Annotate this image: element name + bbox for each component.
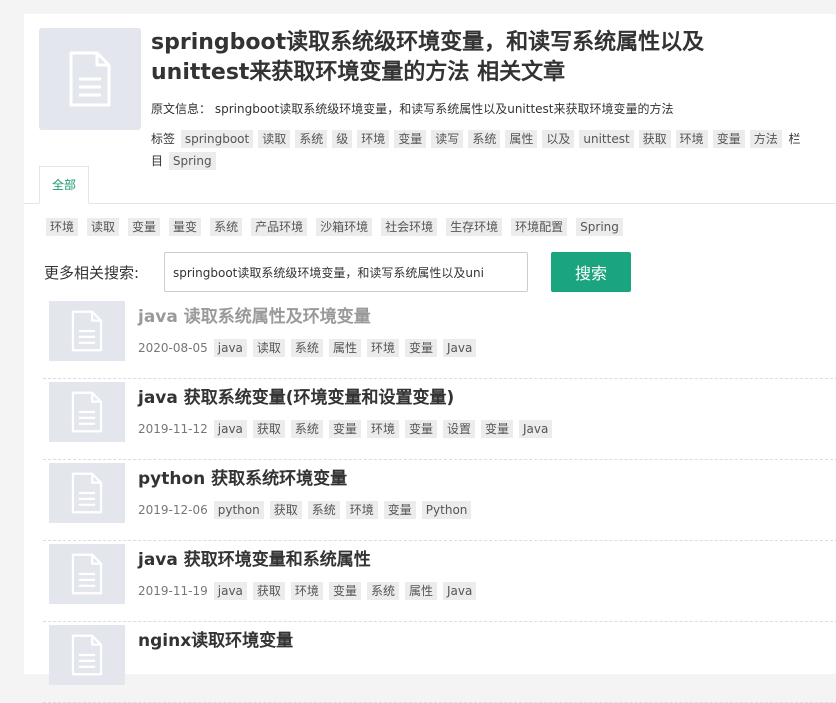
result-tag[interactable]: 系统 <box>290 420 323 438</box>
result-item: nginx读取环境变量 <box>43 622 836 703</box>
article-tag[interactable]: 系统 <box>468 130 501 148</box>
result-tag[interactable]: Python <box>421 501 472 519</box>
result-item: python 获取系统环境变量 2019-12-06 python 获取 系统 环境 变量 P… <box>43 460 836 541</box>
search-input[interactable] <box>164 252 528 292</box>
article-tag[interactable]: 环境 <box>675 130 708 148</box>
article-tag[interactable]: 读写 <box>431 130 464 148</box>
result-item: java 获取环境变量和系统属性 2019-11-19 java 获取 环境 变量 系统 属性… <box>43 541 836 622</box>
content-card: springboot读取系统级环境变量，和读写系统属性以及unittest来获取… <box>24 14 836 703</box>
article-tag[interactable]: 系统 <box>295 130 328 148</box>
article-tag[interactable]: 级 <box>332 130 353 148</box>
cloud-tag[interactable]: 变量 <box>128 218 161 236</box>
result-tag[interactable]: Java <box>519 420 553 438</box>
cloud-tag[interactable]: 量变 <box>169 218 202 236</box>
result-tag[interactable]: 变量 <box>383 501 416 519</box>
article-tag[interactable]: unittest <box>579 130 634 148</box>
article-tag[interactable]: 环境 <box>357 130 390 148</box>
article-tag[interactable]: 变量 <box>712 130 745 148</box>
search-label: 更多相关搜索: <box>44 264 140 282</box>
article-tag[interactable]: 方法 <box>749 130 782 148</box>
cloud-tag[interactable]: 环境 <box>46 218 79 236</box>
source-label: 原文信息： <box>151 102 212 116</box>
article-tag[interactable]: 变量 <box>394 130 427 148</box>
result-tag[interactable]: 环境 <box>366 420 399 438</box>
result-date: 2019-11-19 <box>138 584 208 598</box>
article-tag[interactable]: 读取 <box>258 130 291 148</box>
result-tag[interactable]: 获取 <box>269 501 302 519</box>
cloud-tag[interactable]: 产品环境 <box>251 218 308 236</box>
cloud-tag[interactable]: 社会环境 <box>381 218 438 236</box>
result-tag[interactable]: 系统 <box>307 501 340 519</box>
result-title[interactable]: java 读取系统属性及环境变量 <box>138 305 371 329</box>
result-date: 2019-11-12 <box>138 422 208 436</box>
result-tag[interactable]: 环境 <box>366 339 399 357</box>
source-text[interactable]: springboot读取系统级环境变量，和读写系统属性以及unittest来获取… <box>215 102 674 116</box>
result-date: 2019-12-06 <box>138 503 208 517</box>
result-tag[interactable]: python <box>213 501 264 519</box>
cloud-tag[interactable]: 系统 <box>210 218 243 236</box>
cloud-tag[interactable]: 读取 <box>87 218 120 236</box>
cloud-tag[interactable]: Spring <box>576 218 623 236</box>
cloud-tag[interactable]: 环境配置 <box>511 218 568 236</box>
document-icon[interactable] <box>49 463 125 523</box>
article-tag[interactable]: 以及 <box>542 130 575 148</box>
result-title[interactable]: nginx读取环境变量 <box>138 629 293 653</box>
result-tag[interactable]: 环境 <box>290 582 323 600</box>
related-search: 更多相关搜索: 搜索 <box>44 252 836 292</box>
tags-label: 标签 <box>151 132 176 146</box>
result-date: 2020-08-05 <box>138 341 208 355</box>
result-meta: 2019-11-19 java 获取 环境 变量 系统 属性 Java <box>138 581 482 601</box>
result-title[interactable]: java 获取环境变量和系统属性 <box>138 548 371 572</box>
article-tag[interactable]: 获取 <box>638 130 671 148</box>
result-tag[interactable]: java <box>213 339 247 357</box>
source-info: 原文信息： springboot读取系统级环境变量，和读写系统属性以及unitt… <box>151 100 801 118</box>
document-icon[interactable] <box>49 301 125 361</box>
result-tag[interactable]: 属性 <box>404 582 437 600</box>
tab-bar: 全部 <box>24 166 836 204</box>
article-tag[interactable]: 属性 <box>505 130 538 148</box>
result-tag[interactable]: 属性 <box>328 339 361 357</box>
result-tag[interactable]: java <box>213 582 247 600</box>
result-item: java 获取系统变量(环境变量和设置变量) 2019-11-12 java 获取 系统… <box>43 379 836 460</box>
result-tag[interactable]: 设置 <box>442 420 475 438</box>
document-icon <box>39 28 141 130</box>
result-tag[interactable]: 系统 <box>366 582 399 600</box>
result-tag[interactable]: Java <box>442 339 477 357</box>
result-meta: 2020-08-05 java 读取 系统 属性 环境 变量 Java <box>138 338 482 358</box>
result-tag[interactable]: 变量 <box>481 420 514 438</box>
results-list: java 读取系统属性及环境变量 2020-08-05 java 读取 系统 属性 环境 变量… <box>43 298 836 703</box>
result-tag[interactable]: 变量 <box>404 420 437 438</box>
cloud-tag[interactable]: 生存环境 <box>446 218 503 236</box>
document-icon[interactable] <box>49 625 125 685</box>
document-icon[interactable] <box>49 382 125 442</box>
result-tag[interactable]: 变量 <box>404 339 437 357</box>
result-tag[interactable]: 读取 <box>252 339 285 357</box>
result-tag[interactable]: 系统 <box>290 339 323 357</box>
result-meta: 2019-12-06 python 获取 系统 环境 变量 Python <box>138 500 477 520</box>
page-title: springboot读取系统级环境变量，和读写系统属性以及unittest来获取… <box>151 30 705 85</box>
article-info: springboot读取系统级环境变量，和读写系统属性以及unittest来获取… <box>151 28 801 172</box>
result-tag[interactable]: Java <box>442 582 477 600</box>
result-item: java 读取系统属性及环境变量 2020-08-05 java 读取 系统 属性 环境 变量… <box>43 298 836 379</box>
result-tag[interactable]: 获取 <box>252 582 285 600</box>
result-title[interactable]: java 获取系统变量(环境变量和设置变量) <box>138 386 454 410</box>
result-tag[interactable]: 环境 <box>345 501 378 519</box>
tag-cloud: 环境 读取 变量 量变 系统 产品环境 沙箱环境 社会环境 生存环境 环境配置 Spring <box>46 216 836 236</box>
result-tag[interactable]: 变量 <box>328 582 361 600</box>
result-title[interactable]: python 获取系统环境变量 <box>138 467 347 491</box>
tab-all[interactable]: 全部 <box>39 166 90 204</box>
result-tag[interactable]: 变量 <box>328 420 361 438</box>
result-tag[interactable]: 获取 <box>252 420 285 438</box>
search-button[interactable]: 搜索 <box>551 252 631 292</box>
article-tag[interactable]: springboot <box>180 130 254 148</box>
cloud-tag[interactable]: 沙箱环境 <box>316 218 373 236</box>
result-tag[interactable]: java <box>213 420 247 438</box>
document-icon[interactable] <box>49 544 125 604</box>
result-meta: 2019-11-12 java 获取 系统 变量 环境 变量 设置 变量 Java <box>138 419 558 439</box>
